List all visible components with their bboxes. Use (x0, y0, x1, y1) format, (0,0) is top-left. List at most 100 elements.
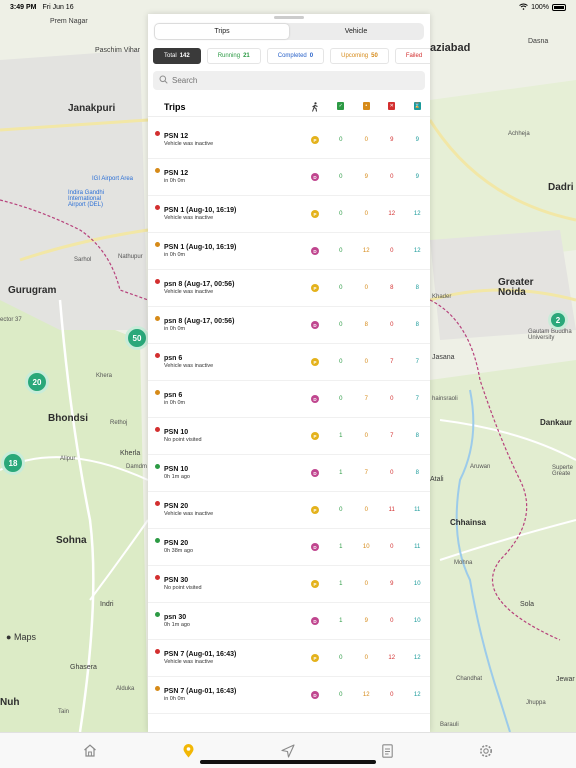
search-bar[interactable] (153, 71, 425, 90)
trip-name: PSN 12 (164, 169, 189, 177)
chip-label: Total (164, 53, 177, 59)
trip-row[interactable]: PSN 20 Vehicle was inactive P 0 0 11 11 (148, 492, 430, 529)
failed-count: 0 (390, 470, 394, 476)
trip-status-text: Vehicle was inactive (164, 510, 214, 517)
pickup-badge: P (311, 654, 319, 662)
status-dot (155, 242, 160, 247)
drop-badge: D (311, 247, 319, 255)
total-count: 12 (413, 248, 421, 254)
trip-row[interactable]: psn 6 in 0h 0m D 0 7 0 7 (148, 381, 430, 418)
trip-row[interactable]: PSN 1 (Aug-10, 16:19) Vehicle was inactiv… (148, 196, 430, 233)
panel-grabber[interactable] (274, 16, 304, 19)
trip-row[interactable]: PSN 12 Vehicle was inactive P 0 0 9 9 (148, 122, 430, 159)
map-cluster-marker[interactable]: 50 (125, 326, 149, 350)
trip-name: PSN 20 (164, 502, 189, 510)
completed-count: 0 (339, 396, 343, 402)
chip-running[interactable]: Running 21 (206, 48, 261, 64)
trip-row[interactable]: psn 8 (Aug-17, 00:56) Vehicle was inactiv… (148, 270, 430, 307)
settings-icon[interactable] (476, 741, 496, 761)
map-label: Indri (100, 601, 114, 608)
maps-logo-text: Maps (13, 632, 36, 642)
trip-name: PSN 7 (Aug-01, 16:43) (164, 687, 237, 695)
completed-count: 0 (339, 285, 343, 291)
map-cluster-marker[interactable]: 20 (25, 370, 49, 394)
document-icon[interactable] (377, 741, 397, 761)
trip-name: psn 8 (Aug-17, 00:56) (164, 317, 235, 325)
drop-badge: D (311, 395, 319, 403)
trip-row[interactable]: psn 8 (Aug-17, 00:56) in 0h 0m D 0 8 0 8 (148, 307, 430, 344)
completed-count: 0 (339, 137, 343, 143)
completed-count: 1 (339, 433, 343, 439)
status-dot (155, 131, 160, 136)
chip-label: Running (217, 53, 241, 59)
failed-count: 9 (390, 581, 394, 587)
pickup-badge: P (311, 358, 319, 366)
trips-list: PSN 12 Vehicle was inactive P 0 0 9 9 PSN 12 in … (148, 122, 430, 714)
trip-row[interactable]: PSN 7 (Aug-01, 16:43) in 0h 0m D 0 12 0 12 (148, 677, 430, 714)
home-icon[interactable] (80, 741, 100, 761)
chip-failed[interactable]: Failed (394, 48, 430, 64)
apple-maps-logo: ● Maps (6, 632, 36, 642)
failed-count: 0 (390, 174, 394, 180)
hourglass-icon: ⌛ (413, 101, 421, 110)
trip-info: psn 6 Vehicle was inactive (164, 355, 311, 370)
chip-upcoming[interactable]: Upcoming 50 (330, 48, 389, 64)
trip-status-text: Vehicle was inactive (164, 214, 214, 221)
trip-row[interactable]: psn 6 Vehicle was inactive P 0 0 7 7 (148, 344, 430, 381)
list-title: Trips (164, 101, 186, 112)
total-count: 8 (415, 470, 419, 476)
map-label: aziabad (430, 42, 471, 54)
location-pin-icon[interactable] (179, 741, 199, 761)
trip-row[interactable]: PSN 20 0h 38m ago D 1 10 0 11 (148, 529, 430, 566)
search-icon (159, 75, 168, 86)
trip-row[interactable]: PSN 7 (Aug-01, 16:43) Vehicle was inactiv… (148, 640, 430, 677)
pending-count: 7 (364, 470, 368, 476)
status-time: 3:49 PM (10, 3, 37, 11)
chip-completed[interactable]: Completed 0 (266, 48, 325, 64)
map-label: ector 37 (0, 317, 22, 323)
trip-row[interactable]: PSN 10 0h 1m ago D 1 7 0 8 (148, 455, 430, 492)
map-label: Aruwan (470, 464, 491, 470)
pending-flag-icon: • (354, 101, 380, 112)
map-label: Mohna (454, 560, 473, 566)
chip-total[interactable]: Total 142 (153, 48, 201, 64)
completed-count: 1 (339, 581, 343, 587)
navigation-arrow-icon[interactable] (278, 741, 298, 761)
tab-trips[interactable]: Trips (155, 24, 289, 39)
trip-status-text: 0h 1m ago (164, 473, 190, 480)
map-label: Janakpuri (68, 103, 116, 114)
trip-name: PSN 10 (164, 465, 189, 473)
total-count: 12 (413, 211, 421, 217)
search-input[interactable] (172, 76, 412, 85)
failed-count: 7 (390, 433, 394, 439)
map-label: Paschim Vihar (95, 47, 141, 54)
drop-badge: D (311, 617, 319, 625)
drop-badge: D (311, 173, 319, 181)
failed-count: 0 (390, 692, 394, 698)
trip-row[interactable]: PSN 12 in 0h 0m D 0 9 0 9 (148, 159, 430, 196)
map-cluster-marker[interactable]: 2 (548, 310, 568, 330)
map-label: Dasna (528, 38, 549, 45)
map-label: hainsraoli (432, 396, 458, 402)
trip-name: PSN 30 (164, 576, 189, 584)
total-count: 11 (414, 507, 421, 513)
status-dot (155, 168, 160, 173)
completed-count: 1 (339, 618, 343, 624)
total-count: 10 (413, 618, 421, 624)
map-label: Dadri (548, 182, 574, 193)
status-dot (155, 538, 160, 543)
pickup-badge: P (311, 136, 319, 144)
pending-count: 0 (364, 433, 368, 439)
trip-row[interactable]: PSN 10 No point visited P 1 0 7 8 (148, 418, 430, 455)
map-label: Chhainsa (450, 518, 487, 527)
trip-row[interactable]: psn 30 0h 1m ago D 1 9 0 10 (148, 603, 430, 640)
tab-vehicle[interactable]: Vehicle (289, 24, 423, 39)
total-count: 12 (413, 655, 421, 661)
status-dot (155, 427, 160, 432)
trip-row[interactable]: PSN 30 No point visited P 1 0 9 10 (148, 566, 430, 603)
map-label: Greater Noida (498, 277, 534, 298)
trip-row[interactable]: PSN 1 (Aug-10, 16:19) in 0h 0m D 0 12 0 12 (148, 233, 430, 270)
battery-percent: 100% (531, 3, 549, 11)
map-cluster-marker[interactable]: 18 (1, 451, 25, 475)
trip-status-text: Vehicle was inactive (164, 288, 214, 295)
